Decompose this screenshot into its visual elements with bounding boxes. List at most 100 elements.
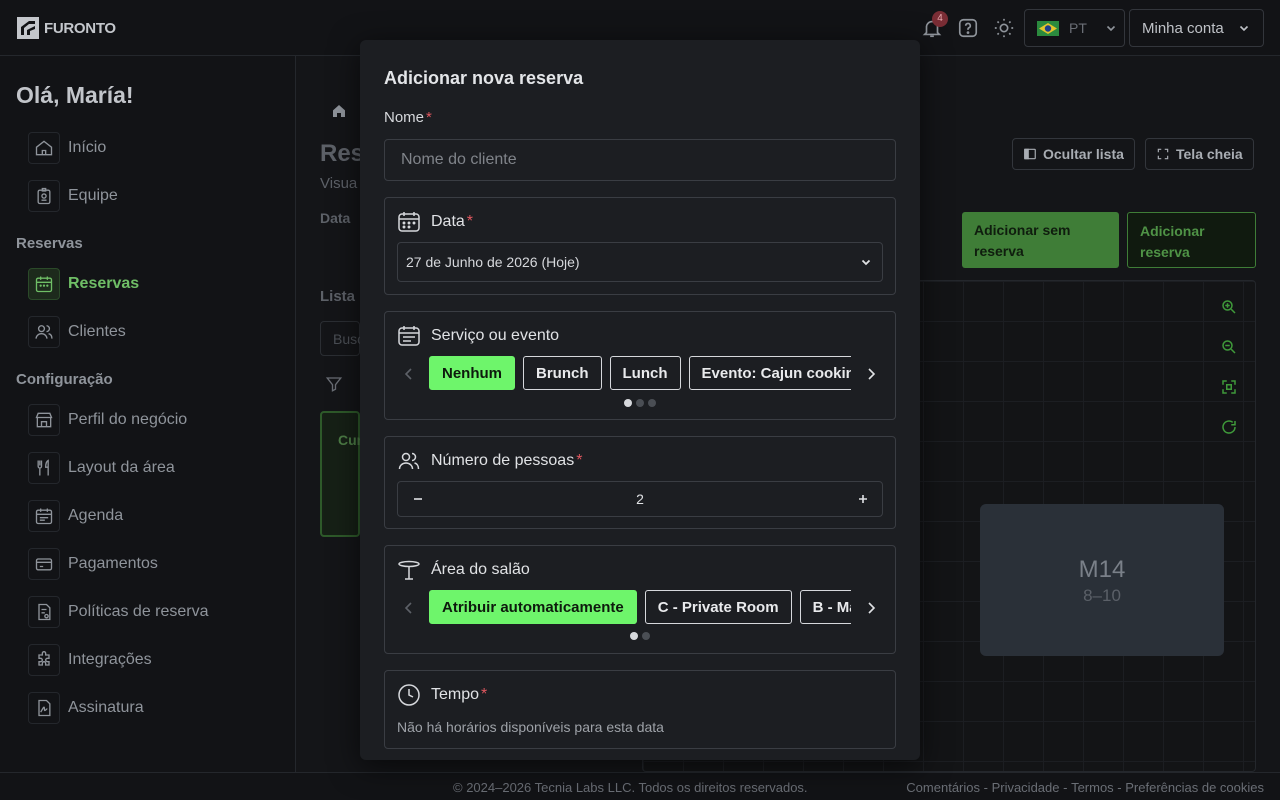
store-icon <box>35 412 53 428</box>
section-configuration: Configuração <box>16 371 113 388</box>
area-option-main[interactable]: B - Ma <box>799 590 851 624</box>
area-carousel-dots <box>630 632 650 640</box>
hide-list-button[interactable]: Ocultar lista <box>1012 138 1135 170</box>
badge-icon <box>37 187 51 205</box>
name-label: Nome * <box>384 109 432 126</box>
table-m14[interactable]: M14 8–10 <box>980 504 1224 656</box>
chevron-left-icon[interactable] <box>400 365 418 383</box>
service-section: Serviço ou evento Nenhum Brunch Lunch Ev… <box>384 311 896 420</box>
signature-icon <box>38 699 51 717</box>
filter-icon[interactable] <box>325 375 343 393</box>
chevron-left-icon[interactable] <box>400 599 418 617</box>
brazil-flag-icon <box>1037 20 1059 36</box>
sidebar-item-schedule[interactable]: Agenda <box>28 500 123 532</box>
refresh-icon[interactable] <box>1220 418 1238 436</box>
sidebar-item-clients[interactable]: Clientes <box>28 316 126 348</box>
carousel-dot[interactable] <box>630 632 638 640</box>
carousel-dot[interactable] <box>648 399 656 407</box>
party-size-value[interactable]: 2 <box>398 491 882 507</box>
date-select[interactable]: 27 de Junho de 2026 (Hoje) <box>397 242 883 282</box>
modal-title: Adicionar nova reserva <box>384 68 584 88</box>
table-capacity: 8–10 <box>1083 586 1121 605</box>
language-label: PT <box>1069 20 1087 36</box>
add-reservation-button[interactable]: Adicionar reserva <box>1127 212 1256 268</box>
footer-links: Comentários - Privacidade - Termos - Pre… <box>906 780 1264 795</box>
carousel-dot[interactable] <box>642 632 650 640</box>
sidebar-item-integrations[interactable]: Integrações <box>28 644 152 676</box>
chevron-down-icon <box>1239 25 1248 32</box>
footer-link-feedback[interactable]: Comentários <box>906 780 980 795</box>
sidebar-item-team[interactable]: Equipe <box>28 180 118 212</box>
sidebar-item-subscription[interactable]: Assinatura <box>28 692 144 724</box>
area-label: Área do salão <box>431 561 530 578</box>
home-icon <box>35 140 53 156</box>
users-icon <box>398 452 420 470</box>
page-title: Res <box>320 140 365 167</box>
account-menu-button[interactable]: Minha conta <box>1129 9 1264 47</box>
list-label: Lista <box>320 288 356 305</box>
service-option-none[interactable]: Nenhum <box>429 356 515 390</box>
sidebar-item-area-layout[interactable]: Layout da área <box>28 452 175 484</box>
fullscreen-button[interactable]: Tela cheia <box>1145 138 1254 170</box>
sidebar-item-home[interactable]: Início <box>28 132 106 164</box>
area-carousel: Atribuir automaticamente C - Private Roo… <box>397 590 883 626</box>
sun-icon[interactable] <box>993 17 1015 39</box>
service-option-lunch[interactable]: Lunch <box>609 356 681 390</box>
chevron-right-icon[interactable] <box>862 365 880 383</box>
chevron-down-icon <box>1106 25 1116 32</box>
carousel-dot[interactable] <box>624 399 632 407</box>
sidebar-item-booking-policies[interactable]: Políticas de reserva <box>28 596 209 628</box>
sidebar-panel-icon <box>1024 148 1036 160</box>
language-select[interactable]: PT <box>1024 9 1125 47</box>
chevron-right-icon[interactable] <box>862 599 880 617</box>
puzzle-icon <box>38 651 50 666</box>
users-icon <box>35 325 53 339</box>
service-carousel-dots <box>624 399 656 407</box>
party-size-stepper: 2 <box>397 481 883 517</box>
sidebar-item-reservations[interactable]: Reservas <box>28 268 139 300</box>
clock-icon <box>398 684 420 706</box>
date-label: Data * <box>431 213 474 230</box>
brand-name: FURONTO <box>44 19 116 37</box>
policy-icon <box>38 603 51 621</box>
service-carousel: Nenhum Brunch Lunch Evento: Cajun cookin… <box>397 356 883 392</box>
fullscreen-icon <box>1157 148 1169 160</box>
add-without-reservation-button[interactable]: Adicionar sem reserva <box>962 212 1119 268</box>
sidebar-item-business-profile[interactable]: Perfil do negócio <box>28 404 187 436</box>
credit-card-icon <box>35 558 53 571</box>
plus-icon[interactable] <box>854 490 872 508</box>
chevron-down-icon <box>861 259 871 266</box>
party-size-section: Número de pessoas * 2 <box>384 436 896 529</box>
brand-logo[interactable]: FURONTO <box>16 16 116 40</box>
fit-view-icon[interactable] <box>1220 378 1238 396</box>
service-option-brunch[interactable]: Brunch <box>523 356 602 390</box>
time-label: Tempo * <box>431 686 488 703</box>
area-option-private-room[interactable]: C - Private Room <box>644 590 792 624</box>
zoom-in-icon[interactable] <box>1220 298 1238 316</box>
no-slots-message: Não há horários disponíveis para esta da… <box>397 719 664 735</box>
sidebar-item-payments[interactable]: Pagamentos <box>28 548 158 580</box>
help-icon[interactable] <box>957 17 979 39</box>
zoom-out-icon[interactable] <box>1220 338 1238 356</box>
add-reservation-modal: Adicionar nova reserva Nome* Data* 27 de… <box>360 40 920 760</box>
date-value: 27 de Junho de 2026 (Hoje) <box>406 254 580 270</box>
service-option-event[interactable]: Evento: Cajun cooking <box>688 356 851 390</box>
footer: © 2024–2026 Tecnia Labs LLC. Todos os di… <box>0 772 1280 800</box>
notification-badge: 4 <box>932 11 948 27</box>
footer-link-privacy[interactable]: Privacidade <box>992 780 1060 795</box>
search-input[interactable]: Busc <box>320 321 364 356</box>
area-option-auto[interactable]: Atribuir automaticamente <box>429 590 637 624</box>
utensils-icon <box>37 459 49 476</box>
reservation-card[interactable]: Cur <box>320 411 362 537</box>
footer-link-terms[interactable]: Termos <box>1071 780 1114 795</box>
home-icon[interactable] <box>331 103 347 119</box>
date-label: Data <box>320 210 351 226</box>
date-section: Data * 27 de Junho de 2026 (Hoje) <box>384 197 896 295</box>
page-subtitle: Visua <box>320 175 358 192</box>
footer-link-cookies[interactable]: Preferências de cookies <box>1125 780 1264 795</box>
sidebar: Olá, María! Início Equipe Reservas Reser… <box>0 56 296 772</box>
area-section: Área do salão Atribuir automaticamente C… <box>384 545 896 654</box>
customer-name-input[interactable] <box>384 139 896 181</box>
schedule-icon <box>35 508 53 525</box>
carousel-dot[interactable] <box>636 399 644 407</box>
